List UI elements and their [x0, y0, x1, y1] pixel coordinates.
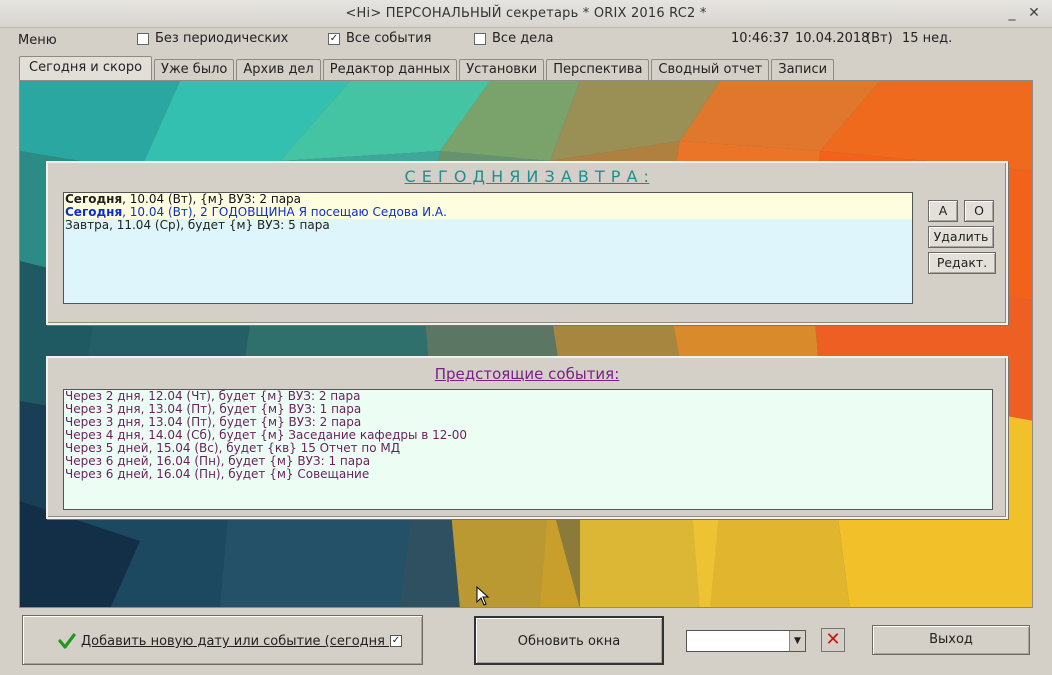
today-row-prefix: Завтра: [65, 218, 110, 232]
no-periodic-checkbox[interactable]: Без периодических: [137, 31, 288, 46]
today-checkbox[interactable]: ✓: [390, 635, 402, 647]
checkmark-icon: [58, 633, 76, 649]
tab-task-archive[interactable]: Архив дел: [236, 59, 321, 80]
tab-data-editor[interactable]: Редактор данных: [322, 59, 458, 80]
tab-bar: Сегодня и скоро Уже было Архив дел Редак…: [19, 56, 836, 80]
edit-button[interactable]: Редакт.: [928, 252, 996, 274]
current-weekday: (Вт): [866, 31, 893, 46]
clock-time: 10:46:37: [731, 31, 790, 46]
minimize-button[interactable]: _: [1002, 4, 1022, 22]
window-title: <Hi> ПЕРСОНАЛЬНЫЙ секретарь * ORIX 2016 …: [345, 6, 707, 21]
today-tomorrow-panel: С Е Г О Д Н Я И З А В Т Р А : Сегодня, 1…: [46, 161, 1008, 325]
all-tasks-checkbox[interactable]: Все дела: [474, 31, 553, 46]
all-tasks-label: Все дела: [492, 31, 554, 46]
a-button[interactable]: А: [928, 200, 958, 222]
upcoming-events-title: Предстоящие события:: [434, 365, 620, 383]
upcoming-events-panel: Предстоящие события: Через 2 дня, 12.04 …: [46, 356, 1008, 519]
add-event-button[interactable]: Добавить новую дату или событие (сегодня…: [22, 615, 423, 665]
clear-x-icon[interactable]: ✕: [821, 628, 845, 652]
menu-button[interactable]: Меню: [18, 33, 57, 48]
chevron-down-icon[interactable]: ▼: [789, 631, 805, 651]
refresh-windows-button[interactable]: Обновить окна: [474, 616, 664, 665]
current-date: 10.04.2018: [795, 31, 870, 46]
today-row-text: , 10.04 (Вт), {м} ВУЗ: 2 пара: [122, 192, 302, 206]
tab-perspective[interactable]: Перспектива: [546, 59, 650, 80]
checkbox-box[interactable]: [474, 32, 486, 45]
checkbox-box[interactable]: [137, 32, 149, 45]
list-item[interactable]: Через 6 дней, 16.04 (Пн), будет {м} Сове…: [64, 468, 992, 481]
tab-already-was[interactable]: Уже было: [154, 59, 235, 80]
mouse-cursor-icon: [476, 586, 490, 606]
tab-settings[interactable]: Установки: [459, 59, 545, 80]
add-event-label: Добавить новую дату или событие (сегодня…: [81, 634, 395, 649]
tab-notes[interactable]: Записи: [771, 59, 835, 80]
all-events-label: Все события: [346, 31, 432, 46]
week-number: 15 нед.: [902, 31, 953, 46]
today-row-text: , 10.04 (Вт), 2 ГОДОВЩИНА Я посещаю Седо…: [122, 205, 447, 219]
today-row-text: , 11.04 (Ср), будет {м} ВУЗ: 5 пара: [109, 218, 330, 232]
tab-summary-report[interactable]: Сводный отчет: [651, 59, 770, 80]
exit-button[interactable]: Выход: [872, 625, 1030, 655]
delete-button[interactable]: Удалить: [928, 226, 994, 248]
o-button[interactable]: О: [964, 200, 994, 222]
today-events-list[interactable]: Сегодня, 10.04 (Вт), {м} ВУЗ: 2 пара Сег…: [63, 192, 913, 304]
window-titlebar[interactable]: <Hi> ПЕРСОНАЛЬНЫЙ секретарь * ORIX 2016 …: [0, 0, 1052, 28]
all-events-checkbox[interactable]: ✓ Все события: [328, 31, 431, 46]
tab-today-and-soon[interactable]: Сегодня и скоро: [19, 56, 153, 80]
today-row-prefix: Сегодня: [65, 192, 123, 206]
today-tomorrow-title: С Е Г О Д Н Я И З А В Т Р А :: [404, 167, 650, 186]
filter-combobox[interactable]: ▼: [686, 630, 806, 652]
close-button[interactable]: ✕: [1024, 4, 1044, 22]
checkbox-box[interactable]: ✓: [328, 32, 340, 45]
upcoming-events-list[interactable]: Через 2 дня, 12.04 (Чт), будет {м} ВУЗ: …: [63, 389, 993, 510]
tab-content-area: С Е Г О Д Н Я И З А В Т Р А : Сегодня, 1…: [19, 80, 1033, 608]
today-row-prefix: Сегодня: [65, 205, 123, 219]
list-item[interactable]: Завтра, 11.04 (Ср), будет {м} ВУЗ: 5 пар…: [64, 219, 912, 232]
no-periodic-label: Без периодических: [155, 31, 289, 46]
